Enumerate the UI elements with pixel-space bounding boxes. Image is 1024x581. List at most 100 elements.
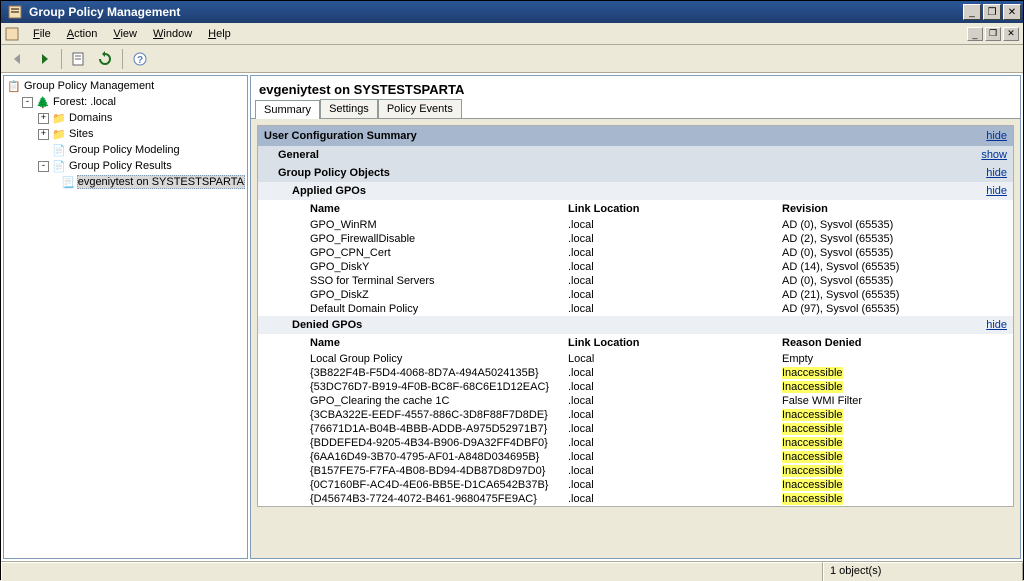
hide-link[interactable]: hide [986,130,1007,142]
tree-sites[interactable]: +📁Sites [38,126,245,142]
cell-revision: AD (21), Sysvol (65535) [782,289,962,301]
table-row: {D45674B3-7724-4072-B461-9680475FE9AC}.l… [258,492,1013,506]
tree-results-label: Group Policy Results [69,160,172,172]
gpmc-icon: 📋 [6,80,22,93]
cell-location: .local [568,451,782,463]
folder-icon: 📁 [51,128,67,141]
window-title: Group Policy Management [27,5,961,19]
tree-root[interactable]: 📋 Group Policy Management [6,78,245,94]
detail-header: evgeniytest on SYSTESTSPARTA [251,76,1020,99]
cell-location: .local [568,219,782,231]
section-denied[interactable]: Denied GPOs hide [258,316,1013,334]
cell-location: .local [568,381,782,393]
mdi-minimize-button[interactable]: _ [967,27,983,41]
cell-location: Local [568,353,782,365]
col-name: Name [310,203,568,215]
menu-file[interactable]: File [25,26,59,42]
collapse-icon[interactable]: - [22,97,33,108]
tree-domains[interactable]: +📁Domains [38,110,245,126]
properties-button[interactable] [67,48,91,70]
refresh-button[interactable] [93,48,117,70]
menu-help[interactable]: Help [200,26,239,42]
back-button[interactable] [6,48,30,70]
tree-forest-label: Forest: .local [53,96,116,108]
cell-name: {BDDEFED4-9205-4B34-B906-D9A32FF4DBF0} [310,437,568,449]
cell-name: GPO_DiskY [310,261,568,273]
close-button[interactable]: ✕ [1003,4,1021,20]
hide-link[interactable]: hide [986,167,1007,179]
titlebar: Group Policy Management _ ❐ ✕ [1,1,1023,23]
table-row: {0C7160BF-AC4D-4E06-BB5E-D1CA6542B37B}.l… [258,478,1013,492]
hide-link[interactable]: hide [986,319,1007,331]
cell-name: {0C7160BF-AC4D-4E06-BB5E-D1CA6542B37B} [310,479,568,491]
maximize-button[interactable]: ❐ [983,4,1001,20]
tab-settings[interactable]: Settings [320,99,378,118]
help-button[interactable]: ? [128,48,152,70]
tab-policy-events[interactable]: Policy Events [378,99,462,118]
cell-revision: AD (0), Sysvol (65535) [782,247,962,259]
tree-modeling[interactable]: 📄Group Policy Modeling [38,142,245,158]
app-icon [7,4,23,20]
section-denied-label: Denied GPOs [292,319,986,331]
expand-icon[interactable]: + [38,129,49,140]
tree-result-item[interactable]: 📃evgeniytest on SYSTESTSPARTA [54,174,245,190]
cell-location: .local [568,261,782,273]
mdi-icon [5,27,21,41]
expand-icon[interactable]: + [38,113,49,124]
tree-pane[interactable]: 📋 Group Policy Management - 🌲 Forest: .l… [3,75,248,559]
collapse-icon[interactable]: - [38,161,49,172]
tabs: Summary Settings Policy Events [251,99,1020,119]
menu-window[interactable]: Window [145,26,200,42]
table-row: Default Domain Policy.localAD (97), Sysv… [258,302,1013,316]
cell-name: {B157FE75-F7FA-4B08-BD94-4DB87D8D97D0} [310,465,568,477]
mdi-close-button[interactable]: ✕ [1003,27,1019,41]
tree-sites-label: Sites [69,128,93,140]
cell-name: {76671D1A-B04B-4BBB-ADDB-A975D52971B7} [310,423,568,435]
cell-name: SSO for Terminal Servers [310,275,568,287]
menu-action[interactable]: Action [59,26,106,42]
col-location: Link Location [568,337,782,349]
table-row: GPO_WinRM.localAD (0), Sysvol (65535) [258,218,1013,232]
section-general[interactable]: General show [258,146,1013,164]
mdi-restore-button[interactable]: ❐ [985,27,1001,41]
forward-button[interactable] [32,48,56,70]
tree-forest[interactable]: - 🌲 Forest: .local [22,94,245,110]
report-scroll[interactable]: User Configuration Summary hide General … [251,119,1020,558]
forest-icon: 🌲 [35,96,51,109]
cell-reason-highlight: Inaccessible [782,381,843,393]
applied-header: Name Link Location Revision [258,200,1013,218]
cell-location: .local [568,395,782,407]
cell-name: {3B822F4B-F5D4-4068-8D7A-494A5024135B} [310,367,568,379]
status-left [1,562,823,581]
section-applied-label: Applied GPOs [292,185,986,197]
table-row: Local Group PolicyLocalEmpty [258,352,1013,366]
menu-view[interactable]: View [105,26,145,42]
cell-name: Local Group Policy [310,353,568,365]
menubar: File Action View Window Help _ ❐ ✕ [1,23,1023,45]
table-row: GPO_DiskY.localAD (14), Sysvol (65535) [258,260,1013,274]
col-location: Link Location [568,203,782,215]
cell-name: {53DC76D7-B919-4F0B-BC8F-68C6E1D12EAC} [310,381,568,393]
statusbar: 1 object(s) [1,561,1023,581]
tab-summary[interactable]: Summary [255,100,320,119]
cell-location: .local [568,465,782,477]
section-applied[interactable]: Applied GPOs hide [258,182,1013,200]
section-gpo[interactable]: Group Policy Objects hide [258,164,1013,182]
report-icon: 📃 [61,176,75,189]
cell-location: .local [568,289,782,301]
cell-name: GPO_DiskZ [310,289,568,301]
cell-reason: Inaccessible [782,451,962,463]
tree-domains-label: Domains [69,112,112,124]
report: User Configuration Summary hide General … [257,125,1014,507]
cell-name: GPO_Clearing the cache 1C [310,395,568,407]
section-user-config[interactable]: User Configuration Summary hide [258,126,1013,146]
hide-link[interactable]: hide [986,185,1007,197]
section-general-label: General [278,149,981,161]
tree-results[interactable]: -📄Group Policy Results [38,158,245,174]
show-link[interactable]: show [981,149,1007,161]
cell-reason: Inaccessible [782,465,962,477]
cell-location: .local [568,409,782,421]
table-row: {3CBA322E-EEDF-4557-886C-3D8F88F7D8DE}.l… [258,408,1013,422]
minimize-button[interactable]: _ [963,4,981,20]
table-row: {BDDEFED4-9205-4B34-B906-D9A32FF4DBF0}.l… [258,436,1013,450]
